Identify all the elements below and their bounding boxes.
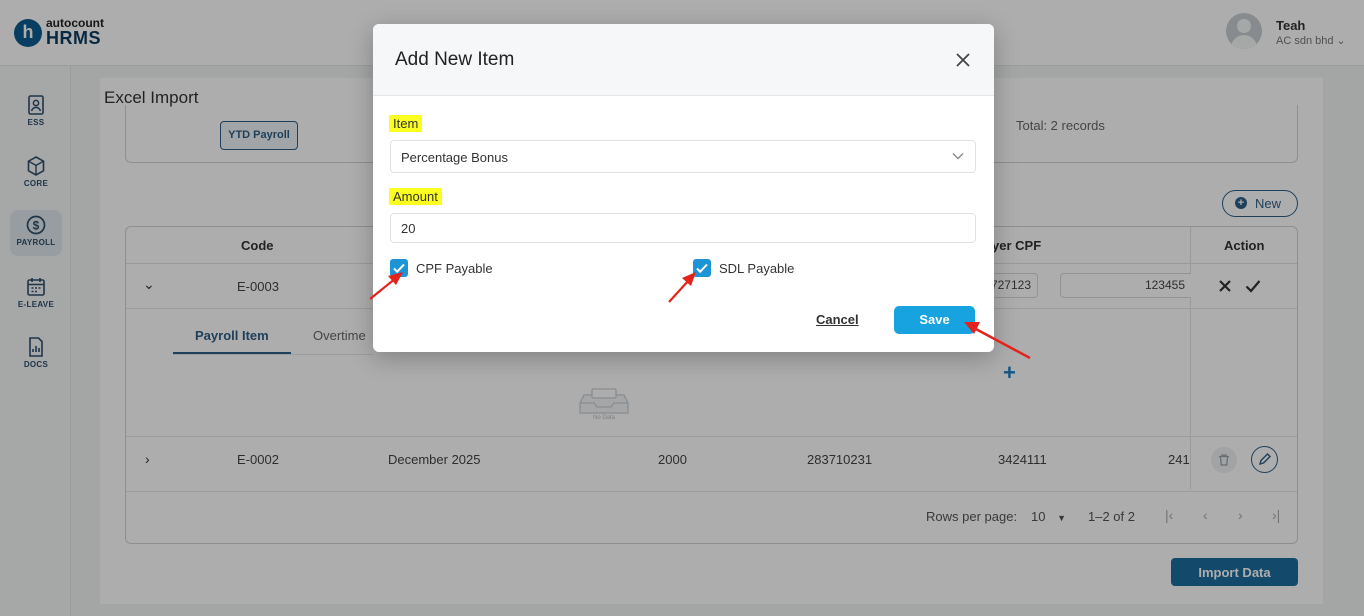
sdl-payable-label: SDL Payable	[719, 261, 795, 276]
checkmark-icon	[393, 263, 405, 274]
checkmark-icon	[696, 263, 708, 274]
chevron-down-icon	[952, 153, 964, 160]
item-select-value: Percentage Bonus	[401, 150, 508, 165]
save-button[interactable]: Save	[894, 306, 975, 334]
sdl-payable-checkbox[interactable]	[693, 259, 711, 277]
amount-input[interactable]	[390, 213, 976, 243]
dialog-header: Add New Item	[373, 24, 994, 96]
close-icon[interactable]	[953, 50, 973, 70]
cpf-payable-label: CPF Payable	[416, 261, 493, 276]
add-new-item-dialog: Add New Item Item Percentage Bonus Amoun…	[373, 24, 994, 352]
item-label: Item	[389, 115, 423, 132]
dialog-title: Add New Item	[395, 49, 515, 70]
cancel-button[interactable]: Cancel	[816, 312, 859, 327]
item-select[interactable]: Percentage Bonus	[390, 140, 976, 173]
cpf-payable-checkbox[interactable]	[390, 259, 408, 277]
amount-label: Amount	[389, 188, 442, 205]
